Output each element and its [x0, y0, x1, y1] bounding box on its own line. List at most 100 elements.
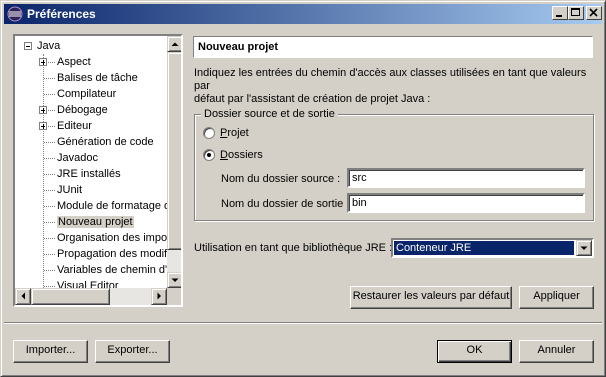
arrow-down-icon: [171, 278, 179, 282]
scroll-right-button[interactable]: [151, 288, 167, 305]
tree-branch-line: [44, 94, 55, 95]
scroll-down-button[interactable]: [167, 272, 181, 288]
tree-item-label: Balises de tâche: [57, 72, 138, 84]
tree-item-label: Java: [37, 40, 61, 52]
jre-dropdown-button[interactable]: [576, 240, 592, 256]
tree-item[interactable]: Java: [37, 38, 60, 54]
minimize-button[interactable]: [552, 6, 568, 20]
description-line-1: Indiquez les entrées du chemin d'accès a…: [194, 67, 587, 92]
chevron-down-icon: [580, 246, 588, 250]
restore-defaults-button[interactable]: Restaurer les valeurs par défaut: [350, 286, 512, 309]
expand-icon[interactable]: [39, 106, 47, 114]
tree-item[interactable]: Javadoc: [57, 150, 98, 166]
window-title: Préférences: [27, 7, 96, 21]
tree-item[interactable]: JUnit: [57, 182, 82, 198]
page-header: Nouveau projet: [193, 36, 593, 58]
tree-branch-line: [44, 174, 55, 175]
apply-button[interactable]: Appliquer: [519, 286, 594, 309]
tree-item[interactable]: Module de formatage d: [57, 198, 167, 214]
scroll-left-button[interactable]: [15, 288, 31, 305]
tree-item[interactable]: Organisation des import: [57, 230, 167, 246]
tree-item[interactable]: JRE installés: [57, 166, 121, 182]
output-folder-input[interactable]: bin: [347, 193, 585, 213]
tree-branch-line: [44, 238, 55, 239]
tree-branch-line: [44, 206, 55, 207]
ok-button[interactable]: OK: [437, 340, 512, 363]
radio-folders-label[interactable]: Dossiers: [220, 148, 263, 162]
tree-item[interactable]: Aspect: [57, 54, 91, 70]
tree-item-label: JRE installés: [57, 168, 121, 180]
maximize-button[interactable]: [568, 6, 584, 20]
footer-separator: [4, 322, 602, 324]
source-folder-input[interactable]: src: [347, 168, 585, 188]
tree-branch-line: [44, 78, 55, 79]
tree-item-label: Module de formatage d: [57, 200, 167, 212]
arrow-up-icon: [171, 42, 179, 46]
scroll-thumb[interactable]: [167, 52, 181, 250]
tree-item-label: Nouveau projet: [57, 216, 134, 228]
title-bar[interactable]: Préférences: [4, 4, 602, 24]
group-title: Dossier source et de sortie: [201, 107, 338, 121]
tree-item[interactable]: Visual Editor: [57, 278, 119, 288]
output-folder-label: Nom du dossier de sortie :: [221, 198, 350, 210]
description-line-2: défaut par l'assistant de création de pr…: [194, 93, 431, 105]
tree-guide-line: [43, 54, 44, 288]
tree-item-label: Javadoc: [57, 152, 98, 164]
tree-branch-line: [44, 190, 55, 191]
expand-icon[interactable]: [39, 58, 47, 66]
tree-item[interactable]: Balises de tâche: [57, 70, 138, 86]
tree-item[interactable]: Editeur: [57, 118, 92, 134]
tree-branch-line: [44, 254, 55, 255]
tree-item[interactable]: Débogage: [57, 102, 108, 118]
preferences-tree[interactable]: Java Aspect Balises de tâche Compilateur Déb…: [13, 34, 183, 307]
arrow-left-icon: [21, 292, 25, 300]
tree-item-label: Editeur: [57, 120, 92, 132]
close-button[interactable]: [586, 6, 602, 20]
arrow-right-icon: [157, 292, 161, 300]
close-icon: [589, 8, 598, 17]
tree-horizontal-scrollbar[interactable]: [15, 288, 167, 305]
page-title: Nouveau projet: [198, 41, 279, 53]
export-button[interactable]: Exporter...: [95, 340, 170, 363]
tree-branch-line: [44, 158, 55, 159]
source-folder-value: src: [352, 172, 367, 184]
tree-item-label: Compilateur: [57, 88, 117, 100]
tree-item-label: Variables de chemin d'a: [57, 264, 167, 276]
tree-item[interactable]: Génération de code: [57, 134, 154, 150]
tree-item[interactable]: Compilateur: [57, 86, 116, 102]
jre-select-value: Conteneur JRE: [394, 241, 574, 255]
tree-branch-line: [44, 142, 55, 143]
expand-icon[interactable]: [39, 122, 47, 130]
scroll-corner: [167, 288, 181, 305]
preferences-window: Préférences Java Aspect Balises de tâche Co…: [0, 0, 606, 377]
tree-item-label: Débogage: [57, 104, 108, 116]
radio-folders-label-rest: ossiers: [227, 149, 263, 161]
eclipse-icon: [7, 6, 23, 22]
tree-vertical-scrollbar[interactable]: [167, 36, 181, 288]
jre-label: Utilisation en tant que bibliothèque JRE…: [194, 242, 393, 254]
radio-folders[interactable]: [203, 149, 215, 161]
cancel-button[interactable]: Annuler: [519, 340, 594, 363]
tree-item-label: Génération de code: [57, 136, 154, 148]
tree-item-label: Propagation des modific: [57, 248, 167, 260]
jre-select[interactable]: Conteneur JRE: [391, 238, 594, 258]
tree-branch-line: [44, 286, 55, 287]
radio-project-label[interactable]: Projet: [220, 126, 249, 140]
collapse-icon[interactable]: [24, 42, 32, 50]
hscroll-thumb[interactable]: [31, 288, 110, 305]
scroll-up-button[interactable]: [167, 36, 181, 52]
page-description: Indiquez les entrées du chemin d'accès a…: [194, 67, 594, 106]
radio-project[interactable]: [203, 127, 215, 139]
tree-item-label: Organisation des import: [57, 232, 167, 244]
tree-item[interactable]: Propagation des modific: [57, 246, 167, 262]
tree-branch-line: [44, 222, 55, 223]
tree-item[interactable]: Variables de chemin d'a: [57, 262, 167, 278]
tree-item-label: JUnit: [57, 184, 83, 196]
maximize-icon: [571, 8, 580, 16]
tree-branch-line: [44, 270, 55, 271]
tree-list: Java Aspect Balises de tâche Compilateur Déb…: [15, 36, 167, 288]
tree-item[interactable]: Nouveau projet: [57, 214, 134, 230]
tree-item-label: Visual Editor: [57, 280, 119, 288]
import-button[interactable]: Importer...: [13, 340, 88, 363]
minimize-icon: [556, 15, 562, 17]
